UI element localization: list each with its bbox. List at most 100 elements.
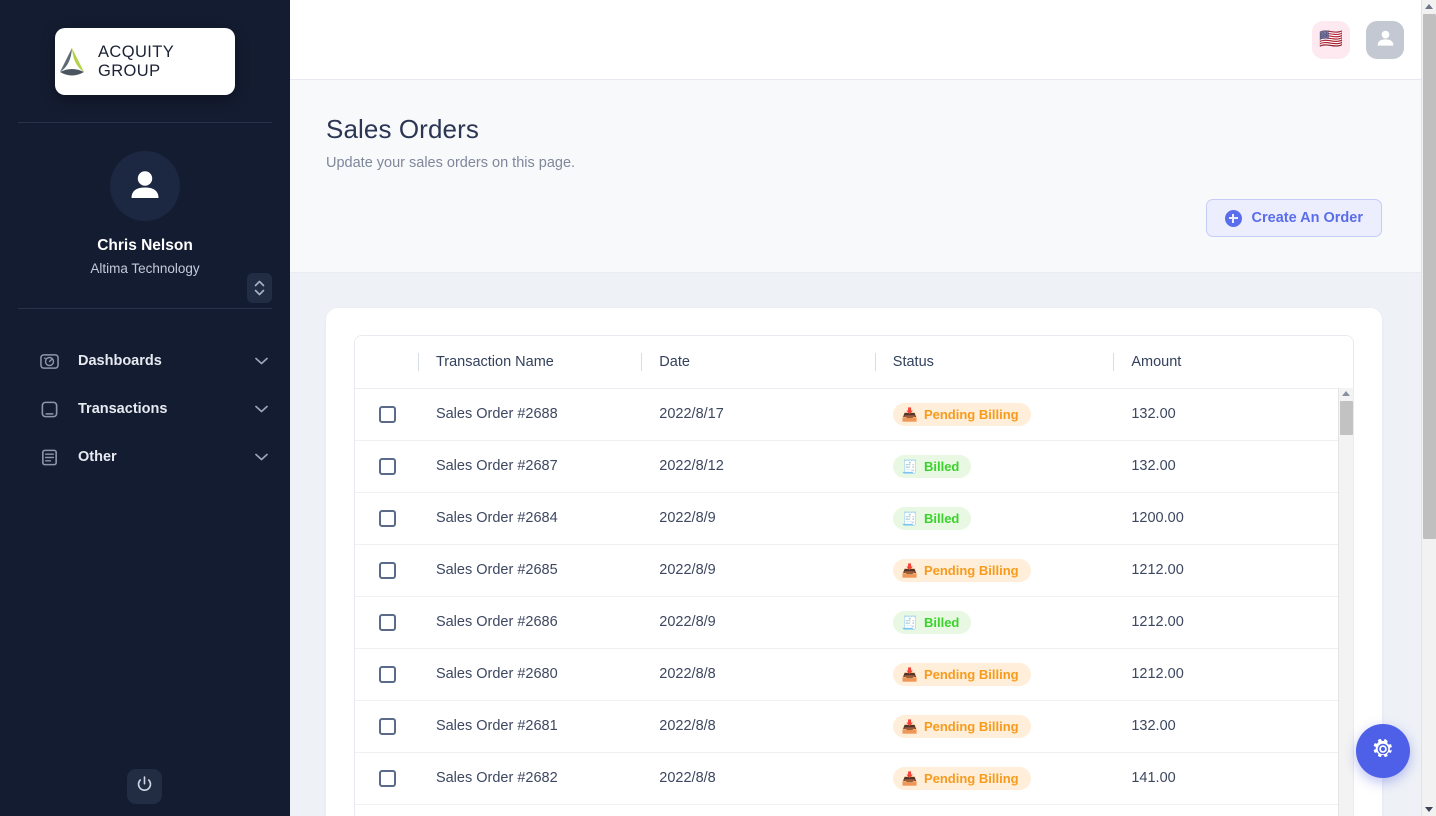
table-scrollbar[interactable] <box>1338 388 1353 816</box>
account-menu-button[interactable] <box>1366 21 1404 59</box>
profile-organization: Altima Technology <box>0 261 290 276</box>
cell-status: 🧾Billed <box>875 492 1114 544</box>
row-checkbox[interactable] <box>379 458 396 475</box>
settings-fab-button[interactable] <box>1356 724 1410 778</box>
list-icon <box>38 446 60 468</box>
brand-logo[interactable]: ACQUITY GROUP <box>55 28 235 95</box>
user-avatar-icon <box>125 164 165 209</box>
status-badge-label: Billed <box>924 512 959 525</box>
row-select-cell[interactable] <box>355 596 418 648</box>
row-select-cell[interactable] <box>355 440 418 492</box>
create-order-button[interactable]: Create An Order <box>1206 199 1382 237</box>
cell-amount: 132.00 <box>1113 440 1353 492</box>
row-checkbox[interactable] <box>379 770 396 787</box>
chevron-down-icon[interactable] <box>255 357 268 365</box>
cell-amount: 1212.00 <box>1113 648 1353 700</box>
cell-date: 2022/8/12 <box>641 440 875 492</box>
cell-date: 2022/8/17 <box>641 388 875 440</box>
page-scroll-up-arrow-icon[interactable] <box>1425 4 1433 9</box>
logout-power-button[interactable] <box>127 769 162 804</box>
column-header-select[interactable] <box>355 336 418 388</box>
status-badge: 📥Pending Billing <box>893 715 1031 738</box>
scroll-up-arrow-icon[interactable] <box>1342 391 1350 396</box>
inbox-tray-icon: 📥 <box>902 720 918 733</box>
page-title: Sales Orders <box>326 114 1382 145</box>
cell-date: 2022/8/8 <box>641 752 875 804</box>
row-checkbox[interactable] <box>379 666 396 683</box>
table-row[interactable]: Sales Order #26862022/8/9🧾Billed1212.00 <box>355 596 1353 648</box>
status-badge: 📥 Pending Billing <box>893 403 1031 426</box>
row-checkbox[interactable] <box>379 510 396 527</box>
cell-transaction-name: Sales Order #2684 <box>418 492 641 544</box>
status-badge-label: Billed <box>924 616 959 629</box>
profile-avatar[interactable] <box>110 151 180 221</box>
table-row[interactable]: Sales Order #26872022/8/12🧾Billed132.00 <box>355 440 1353 492</box>
language-selector-button[interactable]: 🇺🇸 <box>1312 21 1350 59</box>
table-body: Sales Order #26882022/8/17📥Pending Billi… <box>355 388 1353 816</box>
status-badge: 🧾Billed <box>893 507 972 530</box>
page-header: Sales Orders Update your sales orders on… <box>290 80 1436 273</box>
account-avatar-icon <box>1374 26 1397 54</box>
row-checkbox[interactable] <box>379 562 396 579</box>
cell-amount: 1200.00 <box>1113 492 1353 544</box>
sidebar-item-other[interactable]: Other <box>0 433 290 481</box>
create-order-button-label: Create An Order <box>1252 210 1363 226</box>
inbox-tray-icon: 📥 <box>902 772 918 785</box>
cell-date: 2022/8/8 <box>641 700 875 752</box>
row-select-cell[interactable] <box>355 388 418 440</box>
chevron-up-down-icon <box>254 279 265 297</box>
cell-transaction-name <box>418 804 641 816</box>
status-badge-label: Pending Billing <box>924 564 1019 577</box>
cell-status: 📥 Pending Billing <box>875 388 1114 440</box>
page-scrollbar-thumb[interactable] <box>1423 14 1436 539</box>
table-row[interactable]: Sales Order #26812022/8/8📥Pending Billin… <box>355 700 1353 752</box>
row-select-cell[interactable] <box>355 804 418 816</box>
sidebar-item-dashboards[interactable]: Dashboards <box>0 337 290 385</box>
table-row[interactable]: Sales Order #26852022/8/9📥Pending Billin… <box>355 544 1353 596</box>
table-row[interactable]: Sales Order #26842022/8/9 🧾Billed 1200.00 <box>355 492 1353 544</box>
cell-date: 2022/8/9 <box>641 596 875 648</box>
row-select-cell[interactable] <box>355 492 418 544</box>
column-header-date[interactable]: Date <box>641 336 875 388</box>
sidebar-item-label: Other <box>78 449 255 465</box>
cell-transaction-name: Sales Order #2682 <box>418 752 641 804</box>
device-icon <box>38 398 60 420</box>
table-row[interactable] <box>355 804 1353 816</box>
brand-logo-text: ACQUITY GROUP <box>98 43 235 81</box>
row-select-cell[interactable] <box>355 544 418 596</box>
row-select-cell[interactable] <box>355 648 418 700</box>
status-badge-label: Pending Billing <box>924 408 1019 421</box>
status-badge: 📥Pending Billing <box>893 663 1031 686</box>
row-checkbox[interactable] <box>379 406 396 423</box>
cell-status: 🧾Billed <box>875 440 1114 492</box>
us-flag-icon: 🇺🇸 <box>1319 30 1343 49</box>
column-header-status[interactable]: Status <box>875 336 1114 388</box>
table-row[interactable]: Sales Order #26802022/8/8📥Pending Billin… <box>355 648 1353 700</box>
column-header-transaction-name[interactable]: Transaction Name <box>418 336 641 388</box>
table-scrollbar-thumb[interactable] <box>1340 401 1353 435</box>
sidebar-collapse-toggle[interactable] <box>247 273 272 303</box>
row-checkbox[interactable] <box>379 614 396 631</box>
speedometer-icon <box>38 350 60 372</box>
inbox-tray-icon: 📥 <box>902 408 918 421</box>
sidebar-divider-bottom <box>18 308 272 309</box>
orders-table-container: Transaction Name Date Status Amount Sale… <box>354 335 1354 816</box>
orders-table: Transaction Name Date Status Amount Sale… <box>355 336 1353 816</box>
receipt-icon: 🧾 <box>902 460 918 473</box>
chevron-down-icon[interactable] <box>255 405 268 413</box>
status-badge-label: Pending Billing <box>924 772 1019 785</box>
sidebar-item-transactions[interactable]: Transactions <box>0 385 290 433</box>
row-select-cell[interactable] <box>355 752 418 804</box>
column-header-amount[interactable]: Amount <box>1113 336 1353 388</box>
table-row[interactable]: Sales Order #26822022/8/8 📥 Pending Billin… <box>355 752 1353 804</box>
table-row[interactable]: Sales Order #26882022/8/17📥Pending Billi… <box>355 388 1353 440</box>
row-select-cell[interactable] <box>355 700 418 752</box>
chevron-down-icon[interactable] <box>255 453 268 461</box>
row-checkbox[interactable] <box>379 718 396 735</box>
orders-card: Transaction Name Date Status Amount Sale… <box>326 308 1382 816</box>
table-header-row: Transaction Name Date Status Amount <box>355 336 1353 388</box>
page-scrollbar[interactable] <box>1421 0 1436 816</box>
cell-date: 2022/8/9 <box>641 492 875 544</box>
page-scroll-down-arrow-icon[interactable] <box>1425 807 1433 812</box>
status-badge: 🧾Billed <box>893 611 972 634</box>
